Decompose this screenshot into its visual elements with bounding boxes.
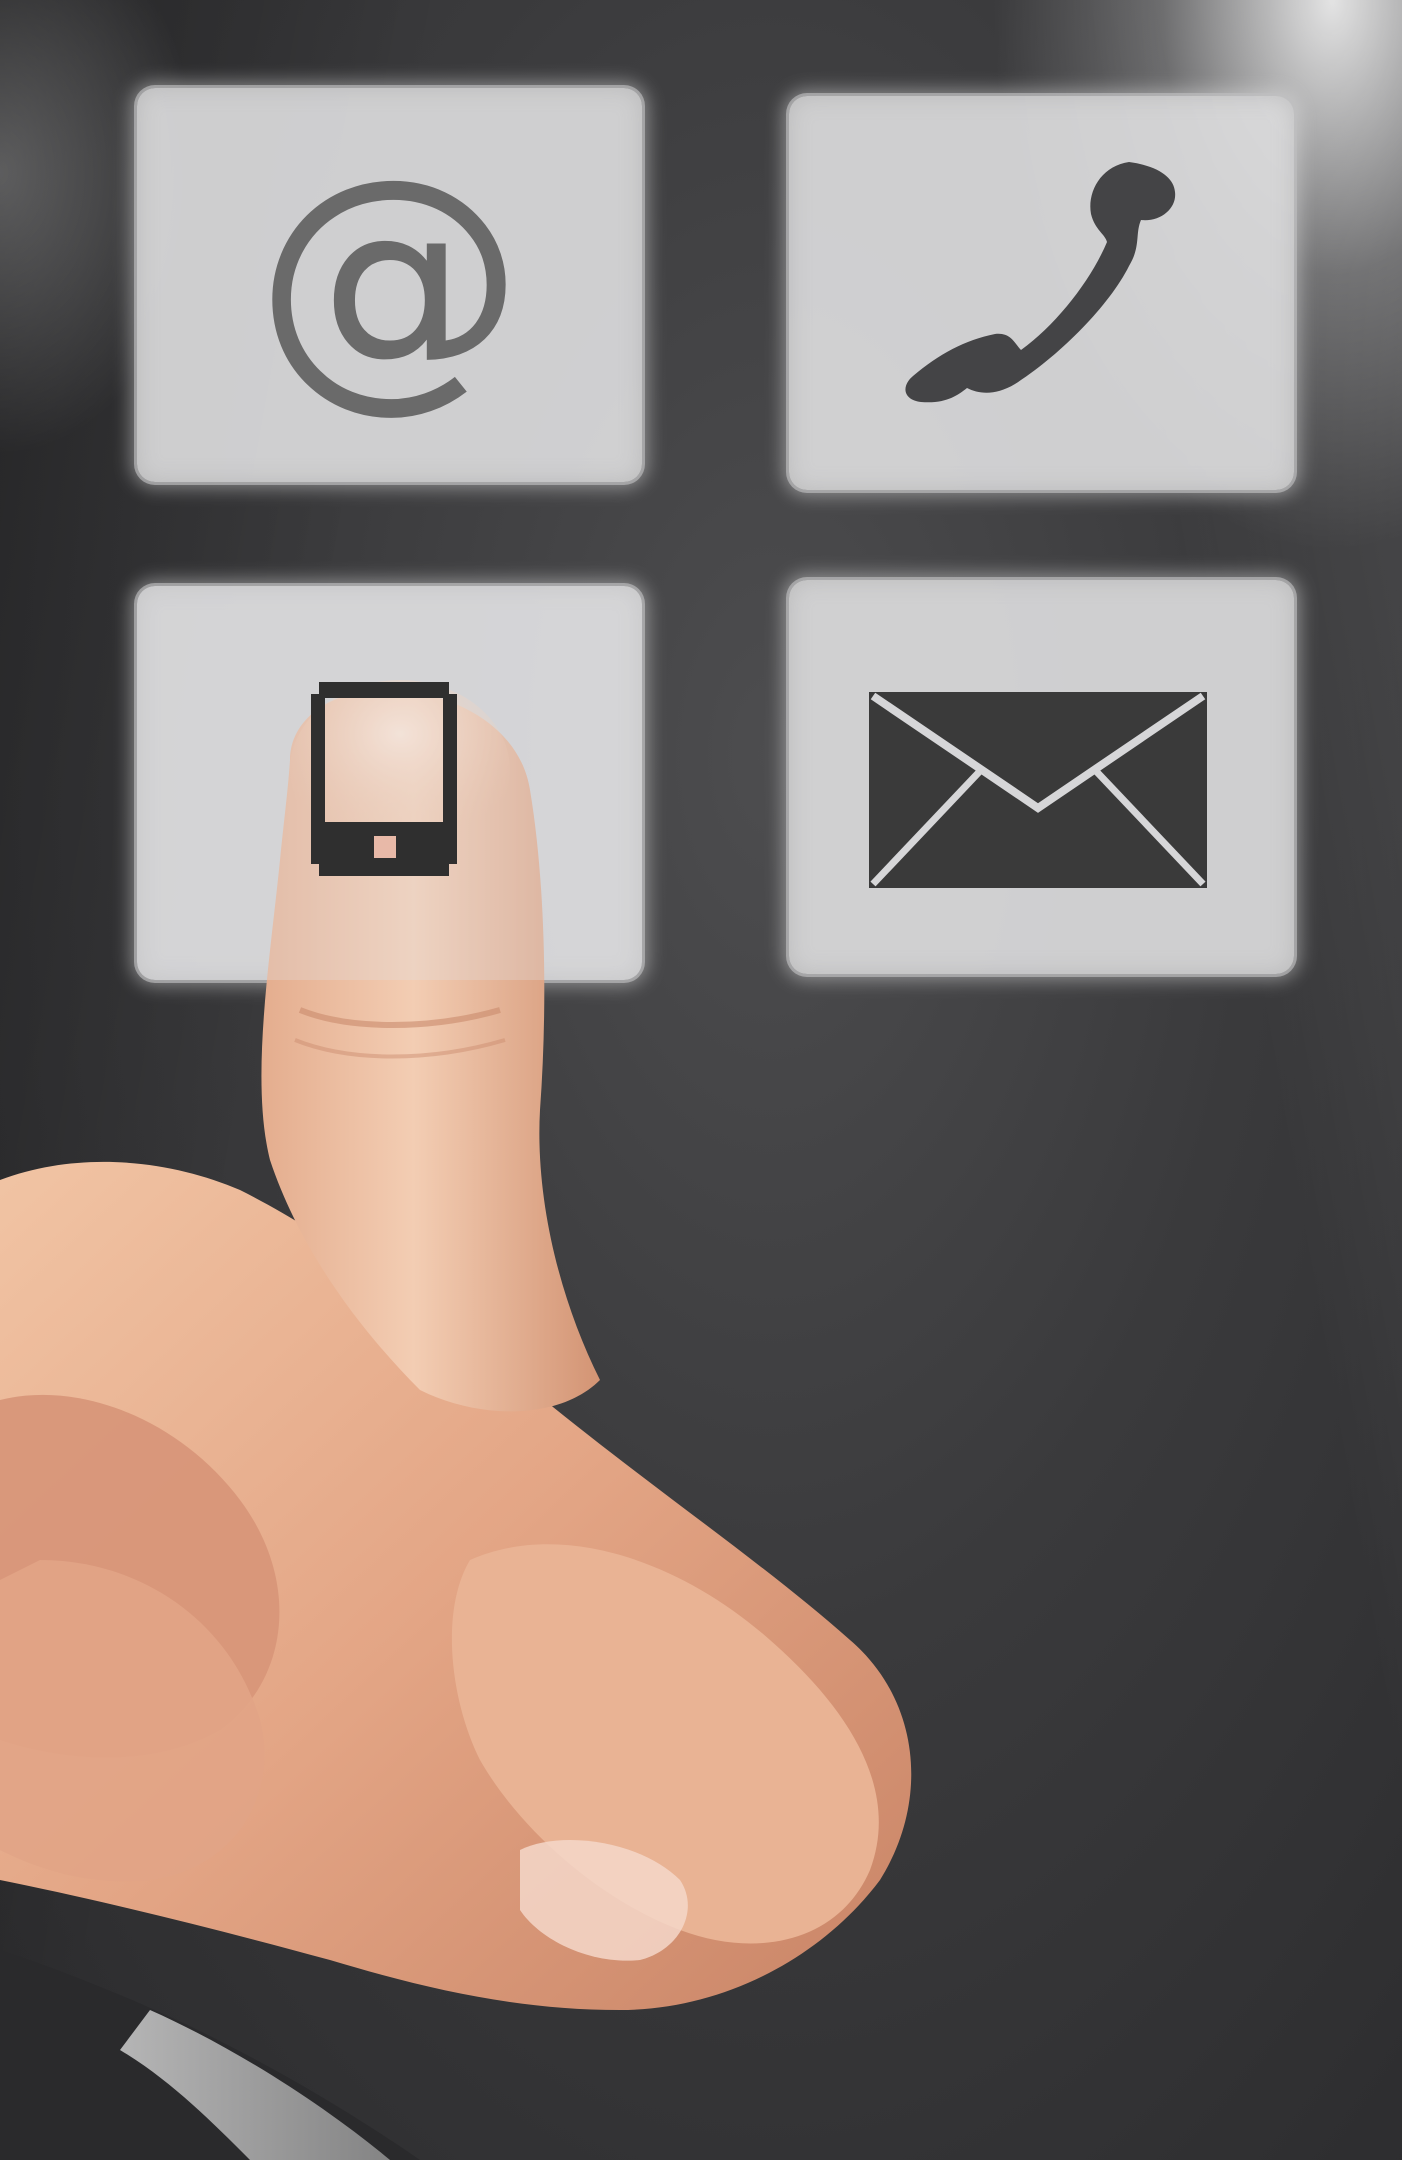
email-at-button[interactable]: @ [137, 88, 642, 482]
mobile-phone-button[interactable] [137, 586, 642, 980]
phone-call-button[interactable] [789, 96, 1294, 490]
at-sign-icon: @ [254, 120, 525, 435]
scene: @ [0, 0, 1402, 2160]
mail-button[interactable] [789, 580, 1294, 974]
